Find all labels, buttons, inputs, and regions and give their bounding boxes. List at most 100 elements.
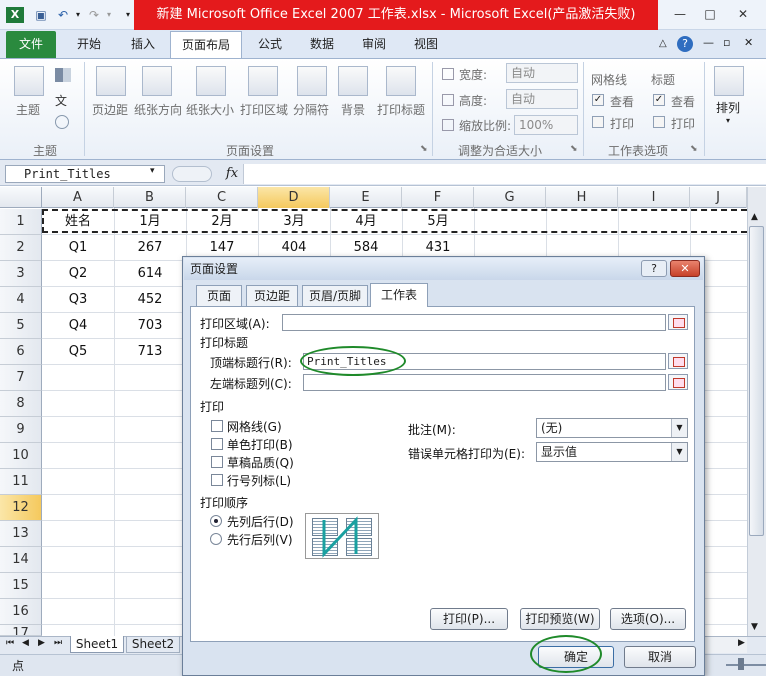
scroll-up-icon[interactable]: ▲ [751,212,758,222]
cell-a4[interactable]: Q3 [42,287,114,313]
tab-review[interactable]: 审阅 [354,31,394,58]
cell-a3[interactable]: Q2 [42,261,114,287]
left-cols-input[interactable] [303,374,666,391]
cell-c1[interactable]: 2月 [186,209,258,235]
next-sheet-icon[interactable]: ▶ [38,638,45,648]
headings-view-checkbox[interactable]: ✓ [653,94,665,106]
row-header[interactable]: 15 [0,573,42,599]
print-area-input[interactable] [282,314,666,331]
arrange-dropdown-icon[interactable]: ▾ [726,116,730,125]
dialog-tab-header-footer[interactable]: 页眉/页脚 [302,285,368,307]
draft-quality-checkbox[interactable] [211,456,223,468]
cell-a5[interactable]: Q4 [42,313,114,339]
row-header[interactable]: 9 [0,417,42,443]
orientation-button-label[interactable]: 纸张方向 [134,101,182,118]
excel-logo-icon[interactable]: X [6,7,24,23]
row-header[interactable]: 11 [0,469,42,495]
name-box-dropdown-icon[interactable]: ▾ [150,166,155,176]
scroll-right-icon[interactable]: ▶ [738,638,745,648]
print-titles-icon[interactable] [386,66,416,96]
column-header-a[interactable]: A [42,187,114,208]
column-header-b[interactable]: B [114,187,186,208]
column-header-j[interactable]: J [690,187,747,208]
cell-b3[interactable]: 614 [114,261,186,287]
column-header-c[interactable]: C [186,187,258,208]
cell-e1[interactable]: 4月 [330,209,402,235]
zoom-slider[interactable] [726,664,766,666]
dialog-close-button[interactable]: ✕ [670,260,700,277]
cancel-button[interactable]: 取消 [624,646,696,668]
tab-insert[interactable]: 插入 [120,31,166,58]
minimize-button[interactable]: — [667,4,693,24]
column-header-d[interactable]: D [258,187,330,208]
theme-button-label[interactable]: 主题 [16,101,40,118]
cell-b6[interactable]: 713 [114,339,186,365]
print-button[interactable]: 打印(P)... [430,608,508,630]
errors-select[interactable]: 显示值 ▼ [536,442,688,462]
dialog-tab-page[interactable]: 页面 [196,285,242,307]
arrange-icon[interactable] [714,66,744,96]
redo-dropdown-icon[interactable]: ▾ [101,7,117,23]
row-header[interactable]: 2 [0,235,42,261]
insert-function-button[interactable]: fx [222,164,242,184]
row-col-headings-checkbox[interactable] [211,474,223,486]
column-header-e[interactable]: E [330,187,402,208]
over-then-down-radio[interactable] [210,533,222,545]
prev-sheet-icon[interactable]: ◀ [22,638,29,648]
gridlines-checkbox-label[interactable]: 网格线(G) [227,418,282,435]
print-titles-button-label[interactable]: 打印标题 [377,101,425,118]
cell-a2[interactable]: Q1 [42,235,114,261]
arrange-button-label[interactable]: 排列 [716,99,740,116]
row-header[interactable]: 4 [0,287,42,313]
orientation-icon[interactable] [142,66,172,96]
width-combo[interactable]: 自动 [506,63,578,83]
page-setup-launcher-icon[interactable]: ⬊ [420,144,428,154]
margins-button-label[interactable]: 页边距 [92,101,128,118]
row-header[interactable]: 8 [0,391,42,417]
cell-a1[interactable]: 姓名 [42,209,114,235]
undo-icon[interactable]: ↶ [55,7,71,23]
row-header[interactable]: 10 [0,443,42,469]
row-header[interactable]: 7 [0,365,42,391]
over-then-down-label[interactable]: 先行后列(V) [227,531,293,548]
row-col-headings-checkbox-label[interactable]: 行号列标(L) [227,472,291,489]
tab-data[interactable]: 数据 [302,31,342,58]
theme-effects-icon[interactable] [55,115,69,129]
breaks-button-label[interactable]: 分隔符 [293,101,329,118]
cell-b2[interactable]: 267 [114,235,186,261]
workbook-minimize-icon[interactable]: — [703,36,714,49]
cell-b1[interactable]: 1月 [114,209,186,235]
margins-icon[interactable] [96,66,126,96]
cell-a6[interactable]: Q5 [42,339,114,365]
draft-quality-checkbox-label[interactable]: 草稿品质(Q) [227,454,294,471]
first-sheet-icon[interactable]: ⏮ [6,638,14,648]
gridlines-print-checkbox[interactable] [592,116,604,128]
dialog-tab-sheet[interactable]: 工作表 [370,283,428,307]
mono-print-checkbox-label[interactable]: 单色打印(B) [227,436,293,453]
name-box[interactable]: Print_Titles [5,165,165,183]
sheet-options-launcher-icon[interactable]: ⬊ [690,144,698,154]
tab-page-layout[interactable]: 页面布局 [170,31,242,58]
print-area-icon[interactable] [248,66,278,96]
height-combo[interactable]: 自动 [506,89,578,109]
row-header[interactable]: 14 [0,547,42,573]
theme-colors-icon[interactable] [55,68,71,82]
help-icon[interactable]: ? [677,36,693,52]
row-header[interactable]: 16 [0,599,42,625]
comments-dropdown-icon[interactable]: ▼ [671,419,687,437]
gridlines-view-checkbox[interactable]: ✓ [592,94,604,106]
row-header[interactable]: 1 [0,209,42,235]
print-area-button-label[interactable]: 打印区域 [240,101,288,118]
column-header-h[interactable]: H [546,187,618,208]
scale-spinner[interactable]: 100% [514,115,578,135]
breaks-icon[interactable] [297,66,327,96]
down-then-over-radio[interactable] [210,515,222,527]
background-button-label[interactable]: 背景 [341,101,365,118]
column-header-g[interactable]: G [474,187,546,208]
cell-b5[interactable]: 703 [114,313,186,339]
zoom-slider-thumb[interactable] [738,658,744,670]
row-header[interactable]: 3 [0,261,42,287]
comments-select[interactable]: (无) ▼ [536,418,688,438]
maximize-button[interactable]: □ [697,4,723,24]
tab-file[interactable]: 文件 [6,31,56,58]
